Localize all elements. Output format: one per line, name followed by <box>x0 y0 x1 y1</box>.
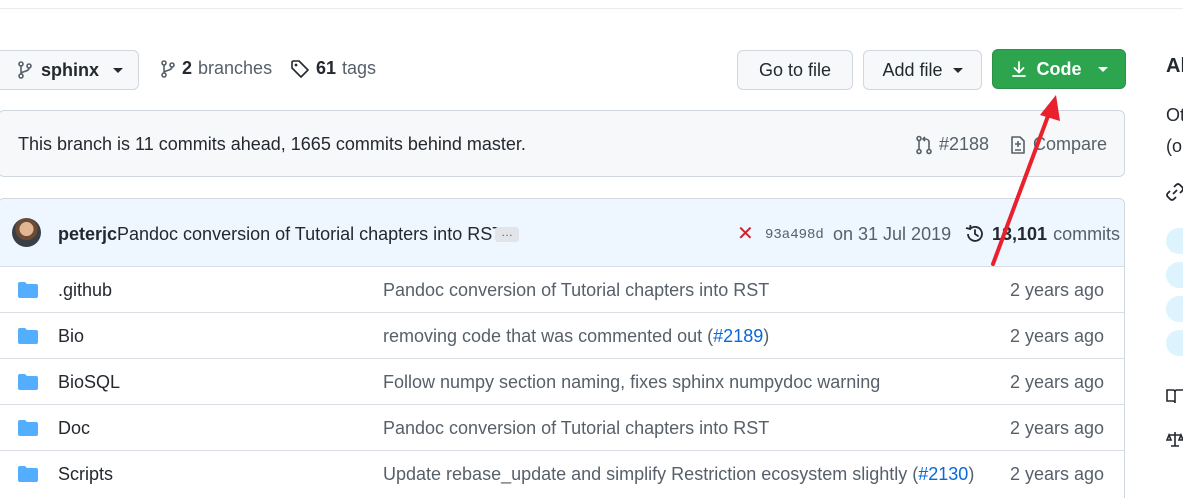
book-icon[interactable] <box>1166 387 1183 405</box>
file-commit-message[interactable]: Pandoc conversion of Tutorial chapters i… <box>383 280 769 301</box>
branches-link[interactable]: 2 branches <box>160 58 272 79</box>
chevron-down-icon <box>952 67 963 73</box>
avatar[interactable] <box>12 218 41 247</box>
commit-count: 13,101 <box>992 223 1048 244</box>
branches-label: branches <box>198 58 273 78</box>
branch-icon <box>18 61 32 79</box>
tags-label: tags <box>342 58 377 78</box>
commits-label: commits <box>1053 223 1121 244</box>
file-commit-message[interactable]: Pandoc conversion of Tutorial chapters i… <box>383 418 769 439</box>
compare-label: Compare <box>1033 134 1108 154</box>
file-row[interactable]: Doc Pandoc conversion of Tutorial chapte… <box>0 404 1124 451</box>
download-icon <box>1011 61 1026 77</box>
file-row[interactable]: BioSQL Follow numpy section naming, fixe… <box>0 358 1124 405</box>
git-branch-icon <box>161 59 175 78</box>
file-name[interactable]: BioSQL <box>58 372 120 393</box>
file-age: 2 years ago <box>1009 372 1104 392</box>
file-age: 2 years ago <box>1009 418 1104 438</box>
about-description-line: (o <box>1166 136 1183 156</box>
go-to-file-label: Go to file <box>758 59 832 80</box>
status-fail-icon[interactable]: ✕ <box>737 221 754 246</box>
file-commit-message[interactable]: removing code that was commented out (#2… <box>383 326 769 347</box>
code-label: Code <box>1036 58 1082 79</box>
commits-history-link[interactable]: 13,101 commits <box>964 223 1120 245</box>
pull-request-link[interactable]: #2188 <box>915 134 989 155</box>
topic-tag[interactable] <box>1166 228 1183 254</box>
chevron-down-icon <box>1097 66 1108 72</box>
branch-name: sphinx <box>41 59 100 80</box>
file-row[interactable]: .github Pandoc conversion of Tutorial ch… <box>0 266 1124 313</box>
topic-tag[interactable] <box>1166 330 1183 356</box>
issue-link[interactable]: #2130 <box>918 464 968 484</box>
file-name[interactable]: Doc <box>58 418 90 439</box>
add-file-button[interactable]: Add file <box>863 50 982 90</box>
pull-request-icon <box>916 135 932 154</box>
scale-icon[interactable] <box>1166 430 1183 448</box>
go-to-file-button[interactable]: Go to file <box>737 50 853 90</box>
file-name[interactable]: Scripts <box>58 464 113 485</box>
tags-link[interactable]: 61 tags <box>290 58 376 79</box>
latest-commit-row: peterjc Pandoc conversion of Tutorial ch… <box>0 199 1124 267</box>
tags-count: 61 <box>316 58 337 78</box>
link-icon[interactable] <box>1166 183 1183 201</box>
branch-select-button[interactable]: sphinx <box>0 50 139 90</box>
file-list: peterjc Pandoc conversion of Tutorial ch… <box>0 198 1125 498</box>
add-file-label: Add file <box>882 59 943 80</box>
file-age: 2 years ago <box>1009 280 1104 300</box>
file-name[interactable]: Bio <box>58 326 84 347</box>
folder-icon <box>18 466 38 482</box>
file-row[interactable]: Scripts Update rebase_update and simplif… <box>0 450 1124 497</box>
tag-icon <box>291 59 309 78</box>
topic-tag[interactable] <box>1166 296 1183 322</box>
commit-message[interactable]: Pandoc conversion of Tutorial chapters i… <box>117 224 503 245</box>
folder-icon <box>18 374 38 390</box>
commit-expand-button[interactable]: … <box>495 226 519 242</box>
commit-sha[interactable]: 93a498d <box>765 227 824 243</box>
history-icon <box>965 224 983 242</box>
file-age: 2 years ago <box>1009 326 1104 346</box>
chevron-down-icon <box>113 67 124 73</box>
folder-icon <box>18 420 38 436</box>
file-row[interactable]: Bio removing code that was commented out… <box>0 312 1124 359</box>
commit-date: on 31 Jul 2019 <box>833 224 952 244</box>
compare-link[interactable]: Compare <box>1009 134 1107 155</box>
topic-tag[interactable] <box>1166 262 1183 288</box>
file-age: 2 years ago <box>1009 464 1104 484</box>
file-commit-message[interactable]: Update rebase_update and simplify Restri… <box>383 464 974 485</box>
file-commit-message[interactable]: Follow numpy section naming, fixes sphin… <box>383 372 880 393</box>
branch-status-text: This branch is 11 commits ahead, 1665 co… <box>18 134 526 154</box>
folder-icon <box>18 328 38 344</box>
pull-request-label: #2188 <box>939 134 990 154</box>
commit-author[interactable]: peterjc <box>58 224 117 245</box>
branches-count: 2 <box>182 58 193 78</box>
folder-icon <box>18 282 38 298</box>
about-description-line: Ot <box>1166 105 1183 125</box>
top-divider <box>0 8 1183 9</box>
issue-link[interactable]: #2189 <box>713 326 763 346</box>
about-heading: Al <box>1166 55 1183 77</box>
code-button[interactable]: Code <box>992 49 1126 89</box>
branch-status-box: This branch is 11 commits ahead, 1665 co… <box>0 110 1125 177</box>
compare-icon <box>1011 135 1025 154</box>
file-name[interactable]: .github <box>58 280 112 301</box>
